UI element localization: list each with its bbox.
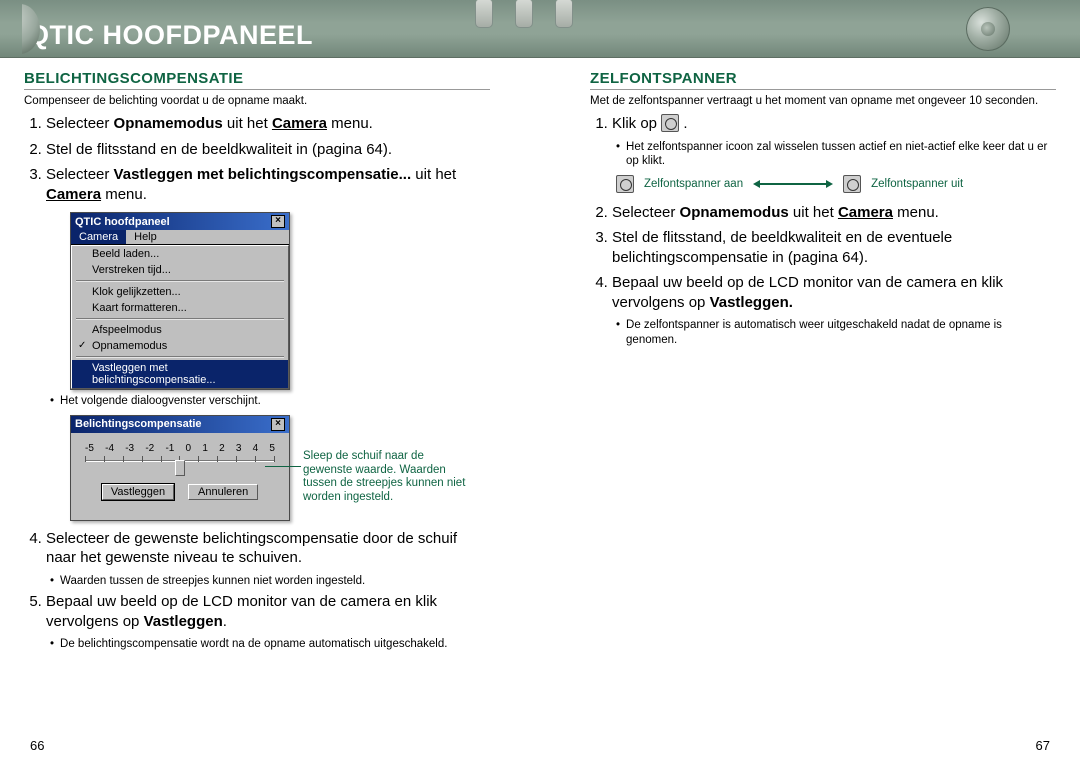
page-header: QTIC HOOFDPANEEL <box>0 0 1080 58</box>
menu-item-highlighted[interactable]: Vastleggen met belichtingscompensatie... <box>72 360 288 388</box>
selftimer-icon[interactable] <box>661 114 679 132</box>
screenshot-camera-menu: QTIC hoofdpaneel × Camera Help Beeld lad… <box>70 212 290 390</box>
step-3: Selecteer Vastleggen met belichtingscomp… <box>46 165 490 204</box>
slider-tick-labels: -5-4-3-2-1012345 <box>81 443 279 454</box>
timer-off-label: Zelfontspanner uit <box>871 178 963 190</box>
menu-item-checked[interactable]: Opnamemodus <box>72 338 288 354</box>
close-icon[interactable]: × <box>271 418 285 431</box>
cancel-button[interactable]: Annuleren <box>188 484 258 500</box>
note-toggle: Het zelfontspanner icoon zal wisselen tu… <box>616 140 1056 169</box>
page-title: QTIC HOOFDPANEEL <box>28 20 313 51</box>
step-1: Klik op . <box>612 114 1056 134</box>
header-decoration-plugs <box>475 0 573 32</box>
menu-item[interactable]: Kaart formatteren... <box>72 300 288 316</box>
selftimer-on-icon <box>616 175 634 193</box>
section-title-selftimer: ZELFONTSPANNER <box>590 70 1056 90</box>
step-4: Bepaal uw beeld op de LCD monitor van de… <box>612 273 1056 312</box>
section-title-exposure: BELICHTINGSCOMPENSATIE <box>24 70 490 90</box>
page-number-left: 66 <box>30 738 44 753</box>
timer-state-diagram: Zelfontspanner aan Zelfontspanner uit <box>616 175 1056 193</box>
menu-item[interactable]: Klok gelijkzetten... <box>72 284 288 300</box>
note-between-ticks: Waarden tussen de streepjes kunnen niet … <box>50 574 490 588</box>
step-4: Selecteer de gewenste belichtingscompens… <box>46 529 490 568</box>
menubar-camera[interactable]: Camera <box>71 230 126 244</box>
screenshot-exposure-dialog: Belichtingscompensatie × -5-4-3-2-101234… <box>70 415 290 521</box>
note-dialog-appears: Het volgende dialoogvenster verschijnt. <box>50 394 490 408</box>
timer-on-label: Zelfontspanner aan <box>644 178 743 190</box>
intro-exposure: Compenseer de belichting voordat u de op… <box>24 94 490 108</box>
step-5: Bepaal uw beeld op de LCD monitor van de… <box>46 592 490 631</box>
close-icon[interactable]: × <box>271 215 285 228</box>
right-column: ZELFONTSPANNER Met de zelfontspanner ver… <box>590 70 1056 656</box>
step-2: Stel de flitsstand en de beeldkwaliteit … <box>46 140 490 160</box>
window-title: Belichtingscompensatie <box>75 418 202 430</box>
exposure-slider[interactable] <box>85 456 275 474</box>
window-title: QTIC hoofdpaneel <box>75 216 170 228</box>
note-exposure-autooff: De belichtingscompensatie wordt na de op… <box>50 637 490 651</box>
menu-item[interactable]: Beeld laden... <box>72 246 288 262</box>
step-3: Stel de flitsstand, de beeldkwaliteit en… <box>612 228 1056 267</box>
step-2: Selecteer Opnamemodus uit het Camera men… <box>612 203 1056 223</box>
header-decoration-knob <box>966 7 1010 51</box>
slider-thumb[interactable] <box>175 460 185 476</box>
left-column: BELICHTINGSCOMPENSATIE Compenseer de bel… <box>24 70 490 656</box>
intro-selftimer: Met de zelfontspanner vertraagt u het mo… <box>590 94 1056 108</box>
note-timer-autooff: De zelfontspanner is automatisch weer ui… <box>616 318 1056 347</box>
selftimer-off-icon <box>843 175 861 193</box>
page-number-right: 67 <box>1036 738 1050 753</box>
step-1: Selecteer Opnamemodus uit het Camera men… <box>46 114 490 134</box>
window-titlebar: QTIC hoofdpaneel × <box>71 213 289 230</box>
menubar-help[interactable]: Help <box>126 230 165 244</box>
menu-item[interactable]: Afspeelmodus <box>72 322 288 338</box>
window-titlebar: Belichtingscompensatie × <box>71 416 289 433</box>
camera-dropdown: Beeld laden... Verstreken tijd... Klok g… <box>71 245 289 389</box>
double-arrow-icon <box>753 180 833 188</box>
slider-caption: Sleep de schuif naar de gewenste waarde.… <box>303 450 473 505</box>
capture-button[interactable]: Vastleggen <box>102 484 174 500</box>
menu-item[interactable]: Verstreken tijd... <box>72 262 288 278</box>
